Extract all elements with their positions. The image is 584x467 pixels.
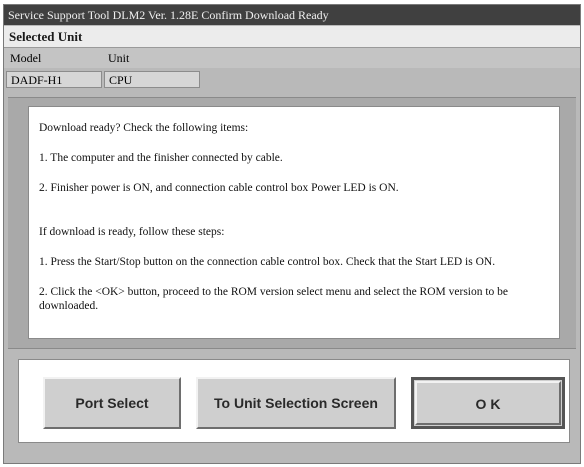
selected-unit-row: DADF-H1 CPU xyxy=(4,69,580,91)
ok-button-label: O K xyxy=(415,381,561,425)
message-panel: Download ready? Check the following item… xyxy=(8,97,576,349)
unit-column-header: Model Unit xyxy=(4,48,580,68)
model-value: DADF-H1 xyxy=(6,71,102,88)
step-item-1: 1. Press the Start/Stop button on the co… xyxy=(39,256,496,268)
check-item-1: 1. The computer and the finisher connect… xyxy=(39,152,283,164)
steps-intro-text: If download is ready, follow these steps… xyxy=(39,226,225,238)
check-item-2: 2. Finisher power is ON, and connection … xyxy=(39,182,399,194)
step-item-2: 2. Click the <OK> button, proceed to the… xyxy=(39,286,509,312)
model-column-label: Model xyxy=(10,51,42,65)
unit-value: CPU xyxy=(104,71,200,88)
selected-unit-heading: Selected Unit xyxy=(4,26,580,48)
port-select-button[interactable]: Port Select xyxy=(43,377,181,429)
window-title: Service Support Tool DLM2 Ver. 1.28E Con… xyxy=(4,5,580,25)
instructions-text-box: Download ready? Check the following item… xyxy=(28,106,560,339)
check-intro-text: Download ready? Check the following item… xyxy=(39,122,249,134)
unit-selection-screen-button[interactable]: To Unit Selection Screen xyxy=(196,377,396,429)
button-bar: Port Select To Unit Selection Screen O K xyxy=(18,359,570,443)
confirm-download-window: Service Support Tool DLM2 Ver. 1.28E Con… xyxy=(3,4,581,464)
ok-button[interactable]: O K xyxy=(411,377,565,429)
unit-column-label: Unit xyxy=(108,51,130,65)
